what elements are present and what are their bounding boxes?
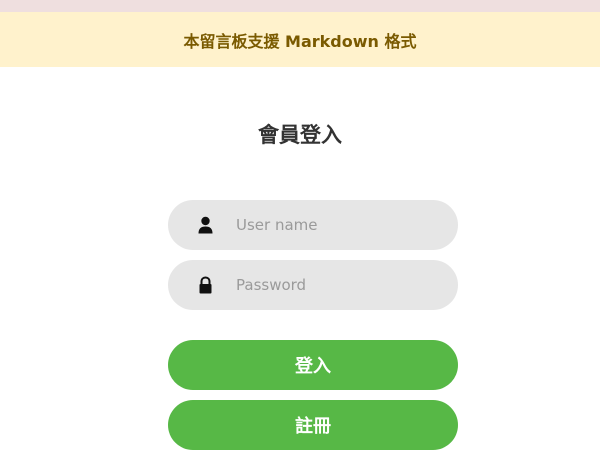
username-input[interactable] — [236, 200, 436, 250]
notice-text: 本留言板支援 Markdown 格式 — [183, 31, 417, 51]
user-icon — [198, 216, 213, 234]
lock-icon — [199, 276, 212, 294]
top-strip — [0, 0, 600, 12]
password-field[interactable] — [168, 260, 458, 310]
login-form: 會員登入 登入 註冊 — [0, 67, 600, 450]
username-field[interactable] — [168, 200, 458, 250]
password-input[interactable] — [236, 260, 436, 310]
register-button[interactable]: 註冊 — [168, 400, 458, 450]
markdown-notice-banner: 本留言板支援 Markdown 格式 — [0, 12, 600, 67]
login-title: 會員登入 — [258, 123, 342, 147]
login-button[interactable]: 登入 — [168, 340, 458, 390]
